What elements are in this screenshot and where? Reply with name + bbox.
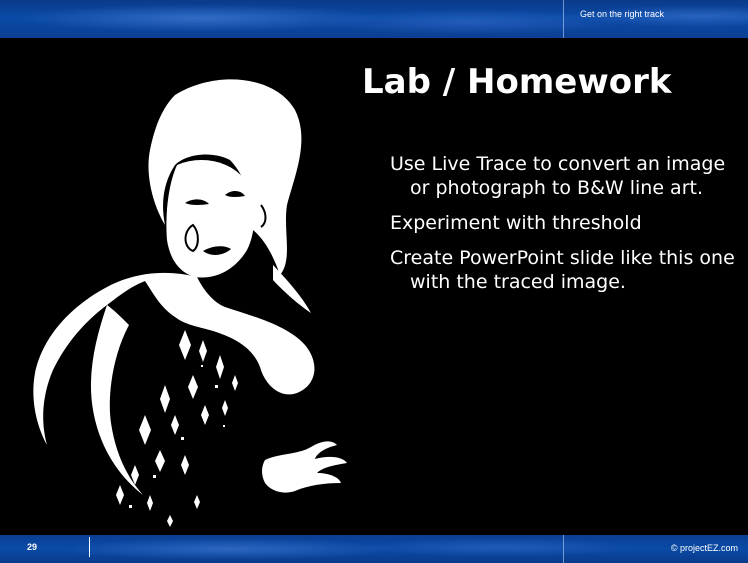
copyright-text: © projectEZ.com [670,543,738,553]
top-banner-sheen [0,0,748,38]
footer-divider-left [89,537,90,557]
header-tagline: Get on the right track [580,9,665,19]
top-banner: Get on the right track [0,0,748,38]
bottom-banner: 29 © projectEZ.com [0,535,748,563]
footer-divider-right [563,535,564,563]
hair-strand [273,265,311,313]
woman-line-art-image [33,79,347,527]
top-banner-divider [563,0,564,38]
bullet-item: Create PowerPoint slide like this one wi… [390,247,735,293]
face-shape [166,160,255,278]
bullet-item: Use Live Trace to convert an image or ph… [390,153,726,199]
bullet-list: Use Live Trace to convert an image or ph… [390,152,735,305]
dress-sparkles [110,330,238,527]
slide-title: Lab / Homework [362,62,672,102]
page-number: 29 [27,542,38,552]
bottom-banner-sheen [0,535,748,563]
hand-shape [262,441,347,493]
slide: Get on the right track Lab / Homework Us… [0,0,748,563]
bullet-item: Experiment with threshold [390,212,642,234]
